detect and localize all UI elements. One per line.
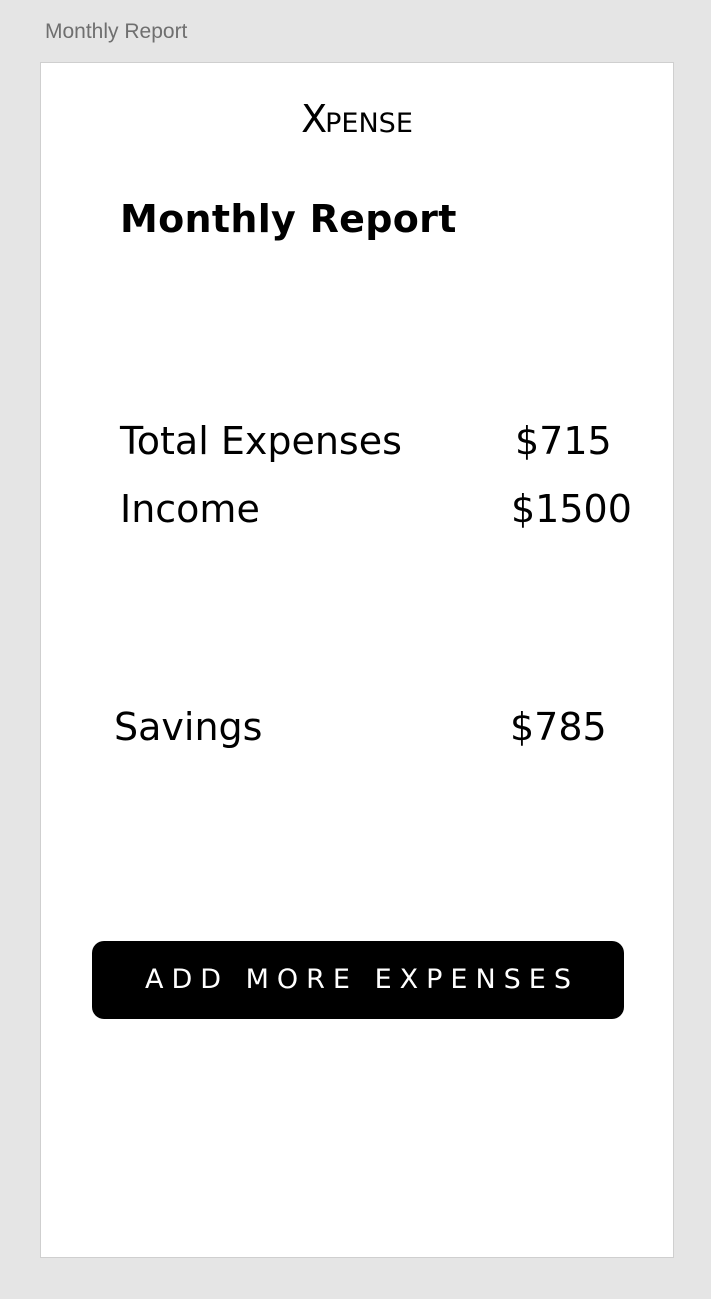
artboard-label: Monthly Report xyxy=(45,20,188,43)
xpense-logo: XPENSE xyxy=(41,97,673,141)
total-expenses-label: Total Expenses xyxy=(120,419,402,463)
mobile-screen: XPENSE Monthly Report Total Expenses $71… xyxy=(40,62,674,1258)
total-expenses-value: $715 xyxy=(515,419,612,463)
logo-wordmark: PENSE xyxy=(325,108,413,139)
income-label: Income xyxy=(120,487,260,531)
savings-value: $785 xyxy=(510,705,607,749)
logo-x-mark: X xyxy=(301,97,327,141)
page-title: Monthly Report xyxy=(120,197,457,241)
income-value: $1500 xyxy=(511,487,632,531)
add-more-expenses-button[interactable]: ADD MORE EXPENSES xyxy=(92,941,624,1019)
savings-label: Savings xyxy=(114,705,263,749)
